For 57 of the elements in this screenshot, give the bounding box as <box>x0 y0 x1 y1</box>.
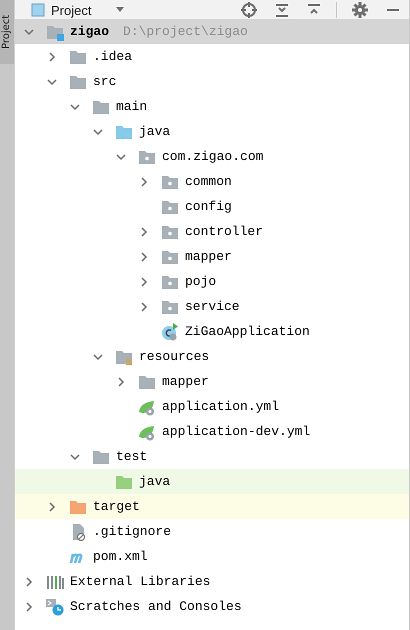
node-label: External Libraries <box>70 574 210 589</box>
tree-row[interactable]: mapper <box>15 369 409 394</box>
tree-row[interactable]: application-dev.yml <box>15 419 409 444</box>
node-label: mapper <box>162 374 209 389</box>
class-icon <box>161 322 179 340</box>
expand-all-icon[interactable] <box>275 2 289 18</box>
tree-row[interactable]: resources <box>15 344 409 369</box>
tree-row[interactable]: controller <box>15 219 409 244</box>
node-label: common <box>185 174 232 189</box>
node-label: com.zigao.com <box>162 149 264 164</box>
node-label: java <box>139 474 170 489</box>
node-label: .idea <box>93 49 132 64</box>
tree-row[interactable]: target <box>15 494 409 519</box>
tree-row[interactable]: External Libraries <box>15 569 409 594</box>
node-label: pojo <box>185 274 216 289</box>
tree-row[interactable]: java <box>15 469 409 494</box>
project-view-icon <box>31 3 45 17</box>
node-label: ZiGaoApplication <box>185 324 310 339</box>
node-label: test <box>116 449 148 464</box>
node-label: zigao <box>70 24 110 39</box>
node-label: mapper <box>185 249 232 264</box>
tree-row[interactable]: pojo <box>15 269 409 294</box>
node-label: Scratches and Consoles <box>70 599 242 614</box>
tree-row[interactable]: mapper <box>15 244 409 269</box>
tree-row[interactable]: application.yml <box>15 394 409 419</box>
tree-row[interactable]: .idea <box>15 44 409 69</box>
tree-row[interactable]: service <box>15 294 409 319</box>
tree-row[interactable]: Scratches and Consoles <box>15 594 409 619</box>
tree-row[interactable]: .gitignore <box>15 519 409 544</box>
tree-row[interactable]: ZiGaoApplication <box>15 319 409 344</box>
scratches-icon <box>46 598 64 616</box>
tree-row[interactable]: java <box>15 119 409 144</box>
node-label: target <box>93 499 140 514</box>
caret-icon[interactable] <box>115 6 126 14</box>
crosshair-icon[interactable] <box>241 2 257 18</box>
tree-row[interactable]: common <box>15 169 409 194</box>
tree-row[interactable]: pom.xml <box>15 544 409 569</box>
path-text: D:\project\zigao <box>123 24 248 39</box>
tree-row[interactable]: src <box>15 69 409 94</box>
node-label: resources <box>139 349 210 364</box>
node-label: main <box>116 99 148 114</box>
node-label: application-dev.yml <box>162 424 310 439</box>
node-label: src <box>93 74 116 89</box>
tree-row[interactable]: zigao D:\project\zigao <box>15 19 409 44</box>
node-label: pom.xml <box>93 549 148 564</box>
node-label: java <box>139 124 170 139</box>
node-label: controller <box>185 224 264 239</box>
node-label: service <box>185 299 240 314</box>
tree-row[interactable]: main <box>15 94 409 119</box>
node-label: application.yml <box>162 399 280 414</box>
tree-row[interactable]: config <box>15 194 409 219</box>
tree-row[interactable]: com.zigao.com <box>15 144 409 169</box>
tree-row[interactable]: test <box>15 444 409 469</box>
tool-window-tab[interactable]: Project <box>0 0 14 64</box>
node-label: config <box>185 199 232 214</box>
view-title[interactable]: Project <box>51 2 92 18</box>
node-label: .gitignore <box>93 524 172 539</box>
